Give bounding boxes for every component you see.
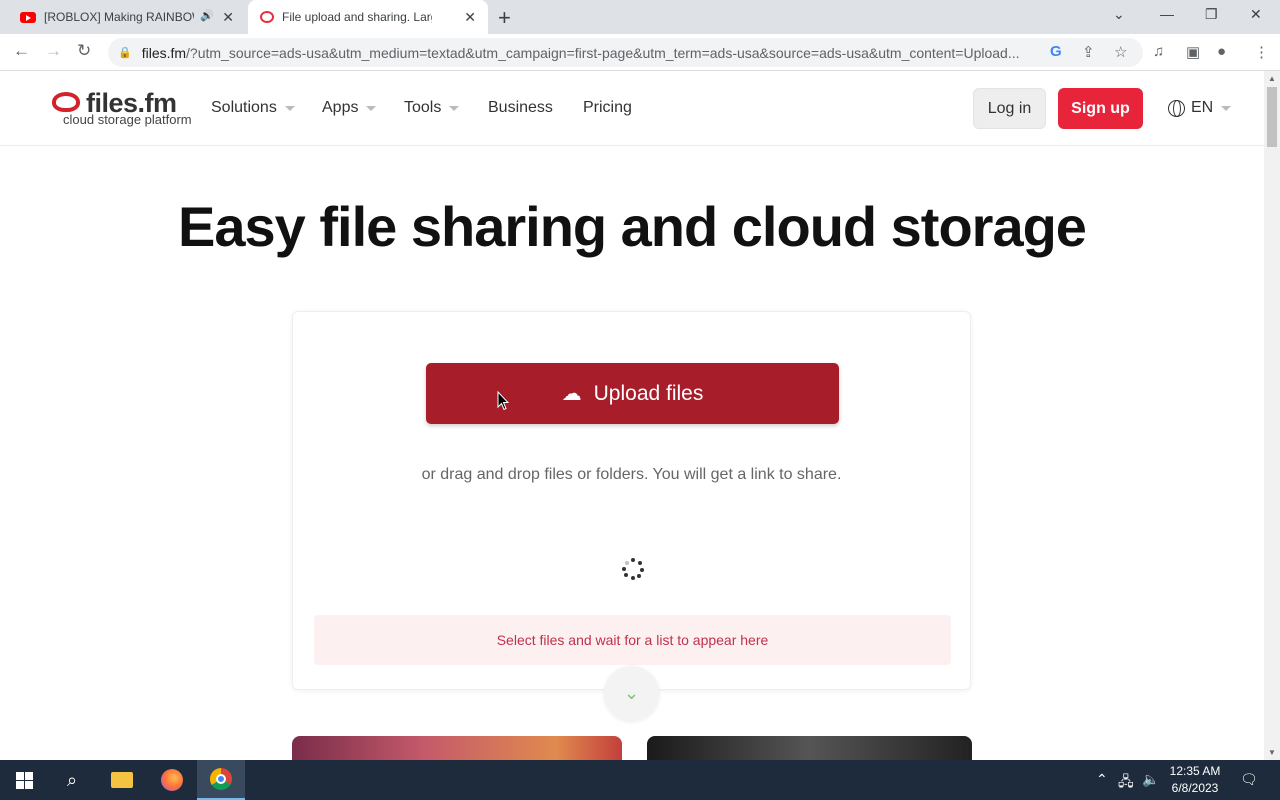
side-panel-icon[interactable]: ▣ (1186, 43, 1200, 61)
tab-filesfm[interactable]: File upload and sharing. Large fil ✕ (248, 0, 488, 34)
firefox-icon (161, 769, 183, 791)
page-scrollbar[interactable]: ▲ ▼ (1264, 71, 1280, 760)
system-clock[interactable]: 12:35 AM 6/8/2023 (1160, 763, 1230, 797)
tab-title: File upload and sharing. Large fil (282, 10, 432, 24)
promo-image-2[interactable] (647, 736, 972, 760)
cloud-upload-icon: ☁ (561, 383, 582, 405)
search-icon: ⌕ (66, 769, 78, 790)
volume-muted-icon[interactable]: 🔈 (1142, 771, 1159, 788)
page-title: Easy file sharing and cloud storage (178, 195, 1087, 258)
close-window-icon[interactable]: ✕ (1250, 6, 1262, 23)
file-list-placeholder: Select files and wait for a list to appe… (314, 615, 951, 665)
signup-button[interactable]: Sign up (1058, 88, 1143, 129)
chevron-down-icon (1221, 105, 1232, 111)
youtube-icon (20, 11, 36, 23)
close-tab-icon[interactable]: ✕ (464, 9, 476, 26)
folder-icon (111, 772, 133, 788)
nav-solutions[interactable]: Solutions (211, 99, 295, 117)
nav-pricing[interactable]: Pricing (583, 99, 632, 117)
tab-search-icon[interactable]: ⌄ (1113, 6, 1125, 23)
scroll-down-arrow-icon[interactable]: ▼ (1268, 748, 1276, 757)
chevron-down-icon (366, 105, 377, 111)
nav-apps-label: Apps (322, 99, 359, 116)
tray-chevron-up-icon[interactable]: ⌃ (1096, 771, 1108, 788)
new-tab-icon[interactable]: + (498, 5, 511, 31)
browser-tab-bar: [ROBLOX] Making RAINBOW 🔊 ✕ File upload … (0, 0, 1280, 34)
address-bar[interactable]: 🔒 files.fm /?utm_source=ads-usa&utm_medi… (108, 38, 1143, 67)
nav-tools-label: Tools (404, 99, 442, 116)
upload-files-label: Upload files (593, 381, 704, 405)
file-explorer-button[interactable] (98, 760, 146, 800)
profile-icon[interactable]: ● (1217, 43, 1226, 60)
windows-logo-icon (15, 771, 33, 789)
site-header: files.fm cloud storage platform Solution… (0, 71, 1264, 146)
reload-icon[interactable]: ↻ (77, 41, 91, 61)
media-control-icon[interactable]: ♫ (1153, 43, 1164, 60)
minimize-icon[interactable]: — (1160, 6, 1174, 22)
globe-icon (1168, 99, 1185, 117)
chevron-down-icon (449, 105, 460, 111)
nav-business-label: Business (488, 99, 553, 116)
loading-spinner-icon (622, 558, 644, 580)
login-button[interactable]: Log in (973, 88, 1046, 129)
scroll-up-icon[interactable]: ▲ (1268, 74, 1276, 83)
chrome-button[interactable] (197, 760, 245, 800)
nav-tools[interactable]: Tools (404, 99, 460, 117)
upload-files-button[interactable]: ☁ Upload files (426, 363, 839, 424)
search-button[interactable]: ⌕ (48, 760, 96, 800)
network-icon[interactable]: 🖧 (1118, 771, 1134, 795)
tab-roblox[interactable]: [ROBLOX] Making RAINBOW 🔊 ✕ (8, 0, 246, 34)
audio-playing-icon[interactable]: 🔊 (200, 9, 214, 22)
close-tab-icon[interactable]: ✕ (222, 9, 234, 26)
browser-toolbar: ← → ↻ 🔒 files.fm /?utm_source=ads-usa&ut… (0, 34, 1280, 71)
windows-taskbar: ⌕ ⌃ 🖧 🔈 12:35 AM 6/8/2023 🗨 (0, 760, 1280, 800)
forward-icon[interactable]: → (45, 41, 62, 61)
restore-icon[interactable]: ❐ (1205, 6, 1218, 23)
lock-icon[interactable]: 🔒 (118, 46, 132, 59)
bookmark-star-icon[interactable]: ☆ (1114, 43, 1127, 61)
share-icon[interactable]: ⇪ (1082, 43, 1095, 61)
url-host: files.fm (141, 44, 187, 61)
chevron-down-icon (284, 105, 295, 111)
mouse-cursor-icon (497, 391, 509, 411)
google-icon[interactable]: G (1050, 43, 1062, 60)
scrollbar-thumb[interactable] (1267, 87, 1277, 147)
firefox-button[interactable] (148, 760, 196, 800)
nav-business[interactable]: Business (488, 99, 553, 117)
nav-pricing-label: Pricing (583, 99, 632, 116)
notifications-icon[interactable]: 🗨 (1240, 771, 1258, 788)
tab-title: [ROBLOX] Making RAINBOW (44, 10, 194, 24)
url-path: /?utm_source=ads-usa&utm_medium=textad&u… (186, 44, 1020, 61)
upload-card[interactable]: ☁ Upload files or drag and drop files or… (292, 311, 971, 690)
logo-mark-icon (52, 92, 80, 112)
language-label: EN (1191, 99, 1214, 116)
language-selector[interactable]: EN (1168, 99, 1232, 117)
clock-date: 6/8/2023 (1171, 781, 1219, 795)
filesfm-icon (260, 11, 274, 23)
scroll-down-button[interactable]: ⌄ (604, 666, 659, 721)
promo-image-1[interactable] (292, 736, 622, 760)
nav-solutions-label: Solutions (211, 99, 277, 116)
drag-drop-hint: or drag and drop files or folders. You w… (421, 466, 842, 483)
clock-time: 12:35 AM (1169, 764, 1221, 778)
chrome-icon (210, 768, 232, 790)
back-icon[interactable]: ← (13, 41, 30, 61)
start-button[interactable] (0, 760, 48, 800)
logo-tagline: cloud storage platform (63, 112, 192, 127)
nav-apps[interactable]: Apps (322, 99, 377, 117)
menu-icon[interactable]: ⋮ (1254, 43, 1269, 61)
chevron-down-icon: ⌄ (623, 683, 640, 703)
